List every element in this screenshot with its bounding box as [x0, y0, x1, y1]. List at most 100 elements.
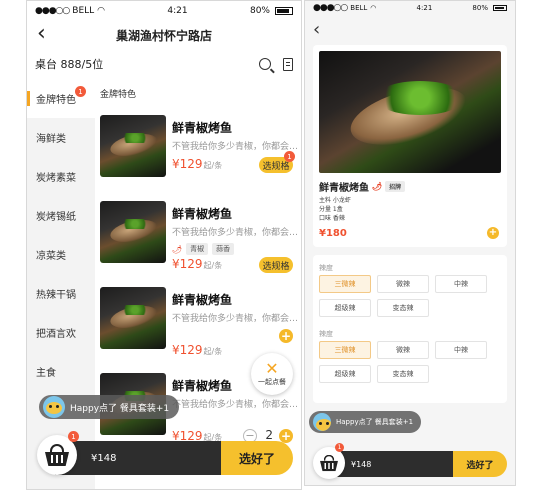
dish-item[interactable]: 鲜青椒烤鱼 不管我给你多少青椒，你都会… 🌶 青椒 蒜香 ¥129起/条 选规格: [100, 193, 301, 279]
dish-name: 鲜青椒烤鱼: [319, 183, 369, 194]
clock: 4:21: [167, 6, 188, 16]
option-chip[interactable]: 变态辣: [377, 365, 429, 383]
status-bar: ●●●○○ BELL ◠ 4:21 80%: [27, 1, 301, 21]
basket-icon: [320, 454, 338, 472]
dish-name: 鲜青椒烤鱼: [172, 293, 233, 307]
category-label: 热辣干锅: [36, 290, 76, 301]
category-label: 凉菜类: [36, 251, 66, 262]
utensils-icon: ✕: [265, 359, 279, 378]
category-sidebar: 金牌特色 1 海鲜类 炭烤素菜 炭烤锡纸 凉菜类 热辣干锅 把酒言欢 主食: [27, 79, 95, 489]
dish-photo: [100, 201, 166, 263]
battery-icon: [492, 5, 507, 11]
battery-percent: 80%: [472, 4, 488, 12]
signal-dots: ●●●○○: [35, 6, 70, 16]
cart-badge: 1: [68, 431, 79, 442]
dish-name: 鲜青椒烤鱼: [172, 121, 233, 135]
chili-icon: 🌶: [372, 182, 383, 191]
clock: 4:21: [416, 4, 433, 12]
activity-toast: Happy点了 餐具套装+1: [309, 411, 422, 433]
dish-detail-screen: ●●●○○ BELL ◠ 4:21 80% ‹ 鲜青椒烤鱼 🌶 招牌 主料 小龙…: [304, 0, 516, 486]
search-icon[interactable]: [259, 58, 271, 70]
category-item-grilled-veg[interactable]: 炭烤素菜: [27, 157, 95, 196]
battery-percent: 80%: [249, 6, 270, 16]
category-item-staple[interactable]: 主食: [27, 352, 95, 391]
option-chip[interactable]: 变态辣: [377, 299, 429, 317]
checkout-button[interactable]: 选好了: [453, 451, 507, 477]
carrier: BELL: [72, 6, 95, 16]
table-info-bar: 桌台 888/5位: [27, 49, 301, 79]
dish-price: ¥180: [319, 228, 347, 239]
wifi-icon: ◠: [370, 4, 377, 12]
cart-total: ¥148: [91, 452, 117, 464]
dish-tag: 蒜香: [212, 243, 235, 255]
option-chip[interactable]: 微辣: [377, 275, 429, 293]
avatar: [313, 413, 331, 431]
select-spec-button[interactable]: 选规格: [259, 257, 293, 273]
quantity-value: 2: [265, 428, 273, 442]
option-group-title: 辣度: [319, 264, 333, 272]
option-chip[interactable]: 超级辣: [319, 365, 371, 383]
restaurant-title: 巢湖渔村怀宁路店: [115, 28, 212, 43]
dish-attr: 分量 1盒: [319, 206, 343, 213]
category-label: 金牌特色: [36, 95, 76, 106]
dish-name: 鲜青椒烤鱼: [172, 379, 233, 393]
option-chip[interactable]: 超级辣: [319, 299, 371, 317]
option-chip[interactable]: 三微辣: [319, 341, 371, 359]
category-label: 炭烤锡纸: [36, 212, 76, 223]
category-label: 海鲜类: [36, 134, 66, 145]
category-item-drypot[interactable]: 热辣干锅: [27, 274, 95, 313]
dish-photo: [100, 115, 166, 177]
dish-detail-card: 鲜青椒烤鱼 🌶 招牌 主料 小龙虾 分量 1盒 口味 香辣 ¥180 +: [313, 45, 507, 247]
dish-tag: 招牌: [385, 181, 406, 192]
group-order-label: 一起点餐: [258, 378, 286, 386]
add-to-cart-button[interactable]: +: [279, 329, 293, 343]
dish-attr: 口味 香辣: [319, 215, 345, 222]
category-label: 主食: [36, 368, 56, 379]
chili-icon: 🌶: [172, 244, 183, 254]
option-chip[interactable]: 微辣: [377, 341, 429, 359]
category-item-seafood[interactable]: 海鲜类: [27, 118, 95, 157]
category-badge: 1: [75, 86, 86, 97]
spec-badge: 1: [284, 151, 295, 162]
dish-attr: 主料 小龙虾: [319, 197, 351, 204]
options-card: 辣度 三微辣 微辣 中辣 超级辣 变态辣 辣度 三微辣 微辣 中辣 超级辣 变态…: [313, 255, 507, 403]
group-order-button[interactable]: ✕ 一起点餐: [251, 353, 293, 395]
dish-tag: 青椒: [186, 243, 209, 255]
category-item-drinks[interactable]: 把酒言欢: [27, 313, 95, 352]
option-chip[interactable]: 三微辣: [319, 275, 371, 293]
dish-item[interactable]: 鲜青椒烤鱼 不管我给你多少青椒，你都会… ¥129起/条 选规格 1: [100, 107, 301, 193]
back-chevron-icon[interactable]: ‹: [313, 21, 320, 39]
order-list-icon[interactable]: [283, 57, 293, 71]
section-title: 金牌特色: [100, 89, 137, 100]
status-bar: ●●●○○ BELL ◠ 4:21 80%: [305, 1, 515, 15]
signal-dots: ●●●○○: [313, 3, 348, 13]
dish-price: ¥129起/条: [172, 157, 223, 171]
dish-desc: 不管我给你多少青椒，你都会…: [172, 142, 299, 152]
toast-text: Happy点了 餐具套装+1: [336, 418, 414, 426]
menu-screen: ●●●○○ BELL ◠ 4:21 80% ‹ 巢湖渔村怀宁路店 桌台 888/…: [26, 0, 302, 490]
option-chip[interactable]: 中辣: [435, 341, 487, 359]
cart-total: ¥148: [351, 459, 372, 469]
option-chip[interactable]: 中辣: [435, 275, 487, 293]
category-item-cold[interactable]: 凉菜类: [27, 235, 95, 274]
dish-desc: 不管我给你多少青椒，你都会…: [172, 400, 299, 410]
category-item-golden[interactable]: 金牌特色 1: [27, 79, 95, 118]
toast-text: Happy点了 餐具套装+1: [70, 403, 170, 414]
cart-total-area[interactable]: ¥148: [55, 441, 221, 475]
back-chevron-icon[interactable]: ‹: [37, 23, 46, 45]
dish-list: 金牌特色 鲜青椒烤鱼 不管我给你多少青椒，你都会… ¥129起/条 选规格 1 …: [95, 79, 301, 489]
dish-photo: [100, 287, 166, 349]
wifi-icon: ◠: [97, 6, 106, 16]
dish-title: 鲜青椒烤鱼 🌶 招牌: [319, 179, 406, 194]
battery-icon: [275, 7, 293, 15]
dish-desc: 不管我给你多少青椒，你都会…: [172, 228, 299, 238]
dish-desc: 不管我给你多少青椒，你都会…: [172, 314, 299, 324]
checkout-button[interactable]: 选好了: [221, 441, 293, 475]
cart-badge: 1: [335, 443, 344, 452]
activity-toast: Happy点了 餐具套装+1: [39, 395, 180, 419]
category-item-foil[interactable]: 炭烤锡纸: [27, 196, 95, 235]
add-to-cart-button[interactable]: +: [487, 227, 499, 239]
cart-bar: ¥148 选好了: [55, 441, 293, 475]
title-bar: ‹ 巢湖渔村怀宁路店: [27, 21, 301, 49]
table-label: 桌台 888/5位: [35, 58, 104, 71]
